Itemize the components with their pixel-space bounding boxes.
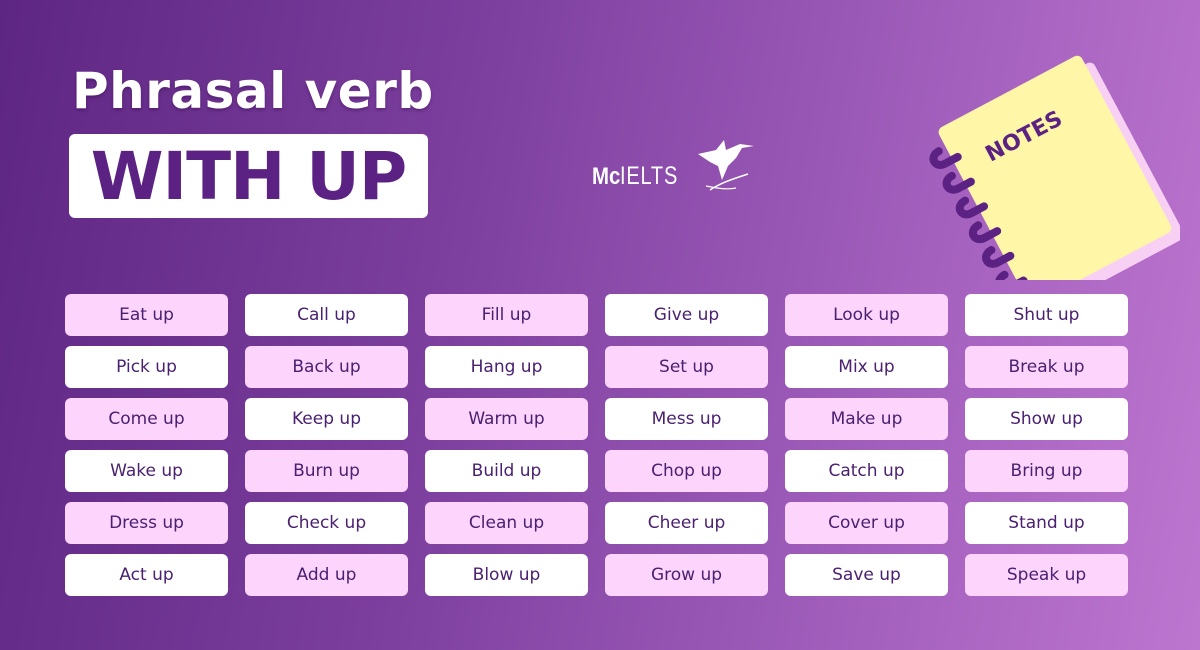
phrasal-verb-card[interactable]: Clean up bbox=[425, 502, 588, 544]
logo-text-bold: Mc bbox=[592, 163, 621, 190]
phrasal-verb-card[interactable]: Speak up bbox=[965, 554, 1128, 596]
phrasal-verb-card[interactable]: Add up bbox=[245, 554, 408, 596]
phrasal-verb-card[interactable]: Look up bbox=[785, 294, 948, 336]
phrasal-verb-card[interactable]: Save up bbox=[785, 554, 948, 596]
phrasal-verb-card[interactable]: Mess up bbox=[605, 398, 768, 440]
phrasal-verb-grid: Eat up Call up Fill up Give up Look up Shut u… bbox=[65, 294, 1128, 596]
phrasal-verb-card[interactable]: Cover up bbox=[785, 502, 948, 544]
phrasal-verb-card[interactable]: Show up bbox=[965, 398, 1128, 440]
title-line-2: WITH UP bbox=[90, 137, 408, 215]
phrasal-verb-card[interactable]: Wake up bbox=[65, 450, 228, 492]
phrasal-verb-card[interactable]: Dress up bbox=[65, 502, 228, 544]
phrasal-verb-card[interactable]: Build up bbox=[425, 450, 588, 492]
phrasal-verb-card[interactable]: Give up bbox=[605, 294, 768, 336]
phrasal-verb-card[interactable]: Blow up bbox=[425, 554, 588, 596]
phrasal-verb-card[interactable]: Come up bbox=[65, 398, 228, 440]
phrasal-verb-card[interactable]: Back up bbox=[245, 346, 408, 388]
phrasal-verb-card[interactable]: Stand up bbox=[965, 502, 1128, 544]
phrasal-verb-card[interactable]: Hang up bbox=[425, 346, 588, 388]
phrasal-verb-card[interactable]: Check up bbox=[245, 502, 408, 544]
brand-logo: Mc IELTS bbox=[592, 132, 754, 191]
logo-text-light: IELTS bbox=[620, 162, 679, 190]
phrasal-verb-card[interactable]: Catch up bbox=[785, 450, 948, 492]
phrasal-verb-card[interactable]: Make up bbox=[785, 398, 948, 440]
hummingbird-icon bbox=[698, 140, 754, 191]
notebook-icon: NOTES bbox=[929, 55, 1180, 280]
phrasal-verb-card[interactable]: Mix up bbox=[785, 346, 948, 388]
phrasal-verb-card[interactable]: Call up bbox=[245, 294, 408, 336]
phrasal-verb-card[interactable]: Keep up bbox=[245, 398, 408, 440]
phrasal-verb-card[interactable]: Shut up bbox=[965, 294, 1128, 336]
phrasal-verb-card[interactable]: Burn up bbox=[245, 450, 408, 492]
phrasal-verb-card[interactable]: Eat up bbox=[65, 294, 228, 336]
phrasal-verb-card[interactable]: Cheer up bbox=[605, 502, 768, 544]
phrasal-verb-card[interactable]: Bring up bbox=[965, 450, 1128, 492]
title-badge: WITH UP bbox=[69, 134, 428, 218]
phrasal-verb-card[interactable]: Act up bbox=[65, 554, 228, 596]
phrasal-verb-card[interactable]: Chop up bbox=[605, 450, 768, 492]
phrasal-verb-card[interactable]: Warm up bbox=[425, 398, 588, 440]
phrasal-verb-card[interactable]: Grow up bbox=[605, 554, 768, 596]
phrasal-verb-card[interactable]: Break up bbox=[965, 346, 1128, 388]
phrasal-verb-card[interactable]: Fill up bbox=[425, 294, 588, 336]
phrasal-verb-card[interactable]: Set up bbox=[605, 346, 768, 388]
phrasal-verb-card[interactable]: Pick up bbox=[65, 346, 228, 388]
title-line-1: Phrasal verb bbox=[72, 62, 434, 120]
